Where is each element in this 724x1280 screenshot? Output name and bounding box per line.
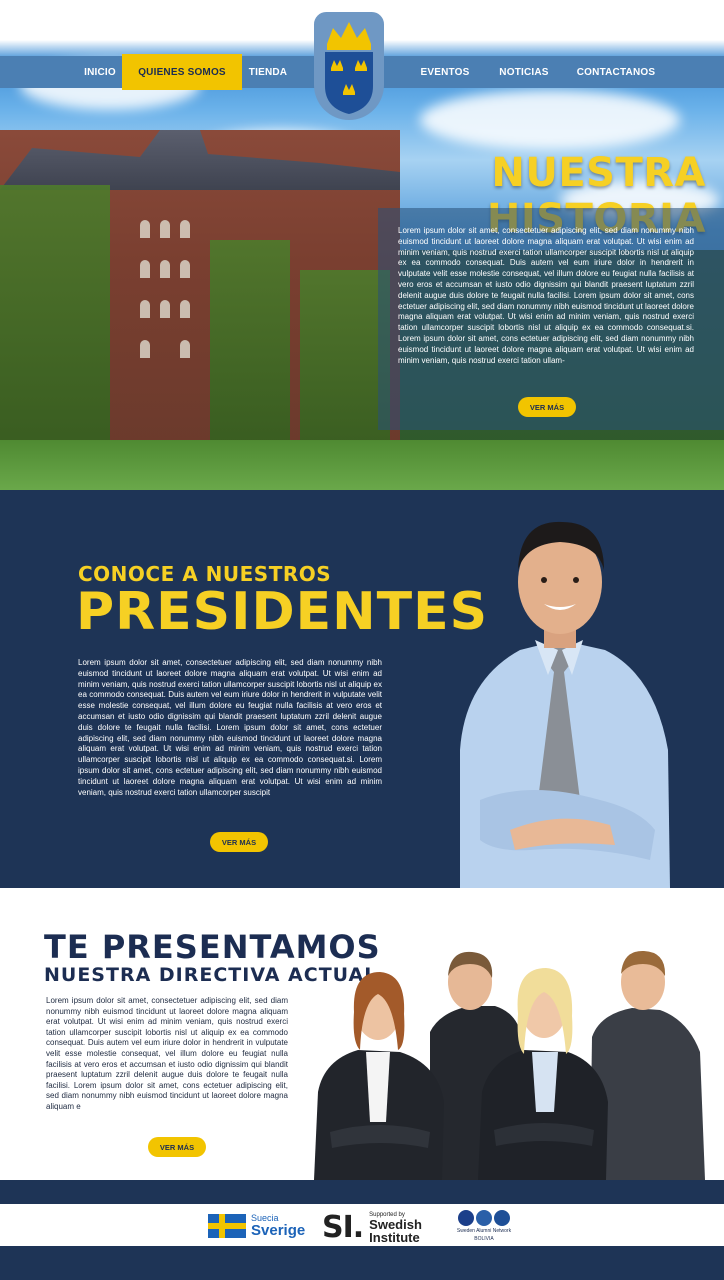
crest-logo[interactable] — [314, 12, 384, 120]
nav-item-inicio[interactable]: INICIO — [78, 56, 122, 88]
si-name-line2: Institute — [369, 1229, 420, 1245]
swedish-crowns-icon — [325, 22, 373, 114]
presidents-title: PRESIDENTES — [76, 582, 489, 642]
sverige-logo[interactable]: Suecia Sverige — [208, 1214, 305, 1238]
hero-ver-mas-button[interactable]: VER MÁS — [518, 397, 576, 417]
presidents-paragraph: Lorem ipsum dolor sit amet, consectetuer… — [78, 658, 382, 797]
lawn — [0, 440, 724, 490]
nav-item-eventos[interactable]: EVENTOS — [418, 56, 472, 88]
presidents-section: CONOCE A NUESTROS PRESIDENTES Lorem ipsu… — [0, 490, 724, 888]
directiva-paragraph: Lorem ipsum dolor sit amet, consectetuer… — [46, 996, 288, 1111]
nav-item-tienda[interactable]: TIENDA — [244, 56, 292, 88]
alumni-label: Sweden Alumni Network — [456, 1228, 512, 1234]
cloud-shape — [420, 90, 680, 150]
nav-item-contactanos[interactable]: CONTACTANOS — [574, 56, 658, 88]
hero-section: INICIO QUIENES SOMOS TIENDA EVENTOS NOTI… — [0, 0, 724, 490]
alumni-circles-icon — [448, 1210, 520, 1226]
board-team-photo — [314, 950, 705, 1180]
hero-paragraph: Lorem ipsum dolor sit amet, consectetuer… — [398, 226, 694, 365]
directiva-ver-mas-button[interactable]: VER MÁS — [148, 1137, 206, 1157]
si-mark: SI. — [322, 1210, 364, 1245]
president-photo — [460, 521, 670, 888]
footer-band-top — [0, 1180, 724, 1204]
alumni-country-label: BOLIVIA — [474, 1236, 494, 1242]
footer-band-bottom — [0, 1246, 724, 1280]
nav-item-noticias[interactable]: NOTICIAS — [494, 56, 554, 88]
si-name-line1: Swedish — [369, 1216, 422, 1232]
presidents-ver-mas-button[interactable]: VER MÁS — [210, 832, 268, 852]
sweden-flag-icon — [208, 1214, 246, 1238]
alumni-network-logo[interactable]: Sweden Alumni Network BOLIVIA — [448, 1210, 520, 1242]
directiva-section: TE PRESENTAMOS NUESTRA DIRECTIVA ACTUAL … — [0, 888, 724, 1180]
swedish-institute-logo[interactable]: SI. Supported by Swedish Institute — [322, 1210, 422, 1245]
nav-item-quienes-somos[interactable]: QUIENES SOMOS — [122, 54, 242, 90]
footer-logos: Suecia Sverige SI. Supported by Swedish … — [0, 1204, 724, 1246]
sverige-big-label: Sverige — [251, 1222, 306, 1239]
